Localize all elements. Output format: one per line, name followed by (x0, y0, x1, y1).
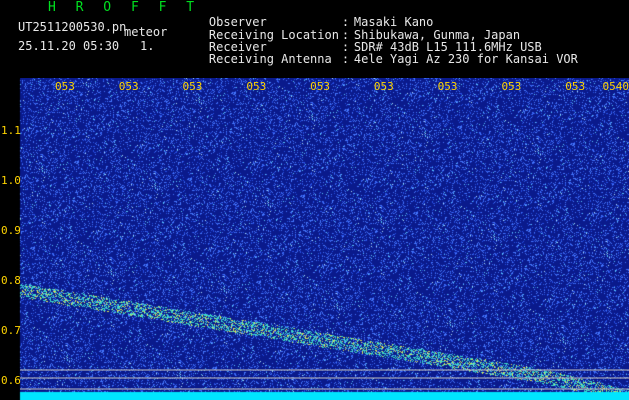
freq-tick-label: 1.1 (1, 124, 21, 137)
time-tick-label: 0540 (603, 80, 629, 93)
antenna-sep: : (341, 52, 350, 66)
freq-tick-label: 0.9 (1, 224, 21, 237)
freq-tick-label: 1.0 (1, 174, 21, 187)
time-tick-label: 053 (438, 80, 458, 93)
time-tick-label: 053 (55, 80, 75, 93)
time-tick-label: 053 (374, 80, 394, 93)
header-panel: H R O F F T UT2511200530.pn meteor 25.11… (0, 0, 629, 78)
time-tick-label: 053 (119, 80, 139, 93)
time-tick-label: 053 (246, 80, 266, 93)
antenna-row: Receiving Antenna:4ele Yagi Az 230 for K… (180, 41, 578, 77)
guide-lines (20, 369, 629, 390)
antenna-value: 4ele Yagi Az 230 for Kansai VOR (353, 52, 578, 66)
freq-tick-label: 0.7 (1, 324, 21, 337)
freq-tick-label: 0.6 (1, 374, 21, 387)
time-tick-label: 053 (501, 80, 521, 93)
freq-tick-label: 0.8 (1, 274, 21, 287)
freq-unit-label: kHz (1, 78, 21, 87)
freq-axis: 1.1 1.0 0.9 0.8 0.7 0.6 (1, 124, 21, 387)
antenna-label: Receiving Antenna (208, 52, 332, 66)
time-tick-label: 053 (310, 80, 330, 93)
app-title: H R O F F T (48, 0, 201, 15)
file-name: UT2511200530.pn (18, 20, 127, 34)
time-axis: 053 053 053 053 053 053 053 053 053 0540 (55, 80, 629, 93)
spectrogram-panel: kHz 053 053 053 053 053 053 053 053 053 0540 1.1 1… (0, 78, 629, 400)
time-tick-label: 053 (183, 80, 203, 93)
time-tick-label: 053 (565, 80, 585, 93)
event-count: 1. (140, 39, 155, 53)
datetime-stamp: 25.11.20 05:30 (18, 39, 120, 53)
spectrogram-overlay: kHz 053 053 053 053 053 053 053 053 053 0540 1.11… (1, 78, 629, 390)
event-label: meteor (124, 25, 168, 39)
